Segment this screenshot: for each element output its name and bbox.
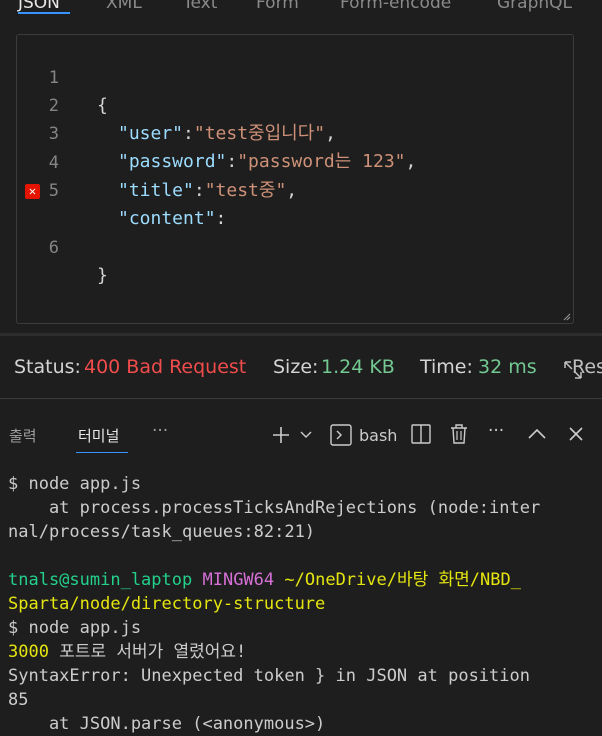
line-number: 6 bbox=[48, 238, 59, 258]
split-terminal-icon[interactable] bbox=[411, 424, 431, 444]
editor-line: ✕ 6 } bbox=[17, 178, 573, 286]
response-status-bar: Status: 400 Bad Request Size: 1.24 KB Ti… bbox=[0, 350, 602, 390]
body-type-tabs: JSON XML Text Form Form-encode GraphQL bbox=[0, 0, 602, 14]
more-icon[interactable]: ··· bbox=[152, 421, 168, 441]
size-value: 1.24 KB bbox=[321, 356, 395, 378]
tab-output[interactable]: 출력 bbox=[9, 425, 37, 446]
terminal-line: 3000 포트로 서버가 열렸어요! bbox=[8, 640, 598, 664]
editor-line: 5 "content": bbox=[17, 149, 573, 229]
terminal-prompt: tnals@sumin_laptop MINGW64 ~/OneDrive/바탕… bbox=[8, 568, 598, 592]
json-colon: : bbox=[215, 208, 227, 229]
terminal-icon bbox=[330, 424, 352, 446]
resize-grip-icon[interactable] bbox=[563, 313, 571, 321]
more-actions-icon[interactable]: ··· bbox=[488, 421, 504, 441]
terminal-output[interactable]: $ node app.js at process.processTicksAnd… bbox=[8, 472, 598, 736]
tab-xml[interactable]: XML bbox=[106, 0, 142, 13]
divider bbox=[0, 333, 602, 336]
tab-text[interactable]: Text bbox=[183, 0, 217, 13]
code-text: } bbox=[97, 265, 108, 286]
terminal-line: SyntaxError: Unexpected token } in JSON … bbox=[8, 666, 530, 686]
terminal-line: at JSON.parse (<anonymous>) bbox=[8, 714, 326, 734]
terminal-line: nal/process/task_queues:82:21) bbox=[8, 522, 316, 542]
prompt-path: ~/OneDrive/바탕 화면/NBD_ bbox=[284, 570, 521, 590]
tab-graphql[interactable]: GraphQL bbox=[497, 0, 572, 13]
editor-line: 1 { bbox=[17, 36, 573, 116]
chevron-down-icon[interactable] bbox=[300, 431, 312, 439]
active-tab-indicator bbox=[18, 12, 70, 14]
editor-line: 4 "title":"test중", bbox=[17, 121, 573, 201]
chevron-up-icon[interactable] bbox=[528, 428, 546, 440]
prompt-env: MINGW64 bbox=[202, 570, 275, 590]
prompt-path-cont: Sparta/node/directory-structure bbox=[8, 594, 326, 614]
terminal-line: at process.processTicksAndRejections (no… bbox=[8, 498, 541, 518]
port-number: 3000 bbox=[8, 642, 49, 662]
time-label: Time: bbox=[420, 356, 473, 378]
editor-line: 3 "password":"password는 123", bbox=[17, 92, 573, 172]
terminal-line: 85 bbox=[8, 690, 29, 710]
tab-terminal[interactable]: 터미널 bbox=[78, 425, 119, 446]
json-body-editor[interactable]: 1 { 2 "user":"test중입니다", 3 "password":"p… bbox=[16, 34, 574, 324]
tab-form-encode[interactable]: Form-encode bbox=[340, 0, 451, 13]
panel-header: 출력 터미널 ··· bash ··· bbox=[0, 412, 602, 456]
trash-icon[interactable] bbox=[449, 423, 469, 445]
tab-form[interactable]: Form bbox=[256, 0, 299, 13]
status-value: 400 Bad Request bbox=[84, 356, 247, 378]
port-message: 포트로 서버가 열렸어요! bbox=[48, 642, 247, 662]
terminal-line: $ node app.js bbox=[8, 474, 142, 494]
time-value: 32 ms bbox=[478, 356, 537, 378]
plus-icon[interactable] bbox=[271, 425, 291, 445]
status-label: Status: bbox=[14, 356, 81, 378]
response-label[interactable]: Resp bbox=[572, 356, 602, 378]
json-key: "content" bbox=[118, 208, 216, 229]
close-icon[interactable] bbox=[568, 426, 584, 442]
error-x-icon[interactable]: ✕ bbox=[25, 184, 40, 199]
size-label: Size: bbox=[273, 356, 319, 378]
terminal-line: $ node app.js bbox=[8, 618, 142, 638]
active-tab-indicator bbox=[76, 452, 128, 453]
prompt-user: tnals@sumin_laptop bbox=[8, 570, 193, 590]
editor-line: 2 "user":"test중입니다", bbox=[17, 64, 573, 144]
shell-label[interactable]: bash bbox=[359, 426, 397, 445]
divider bbox=[0, 398, 602, 399]
